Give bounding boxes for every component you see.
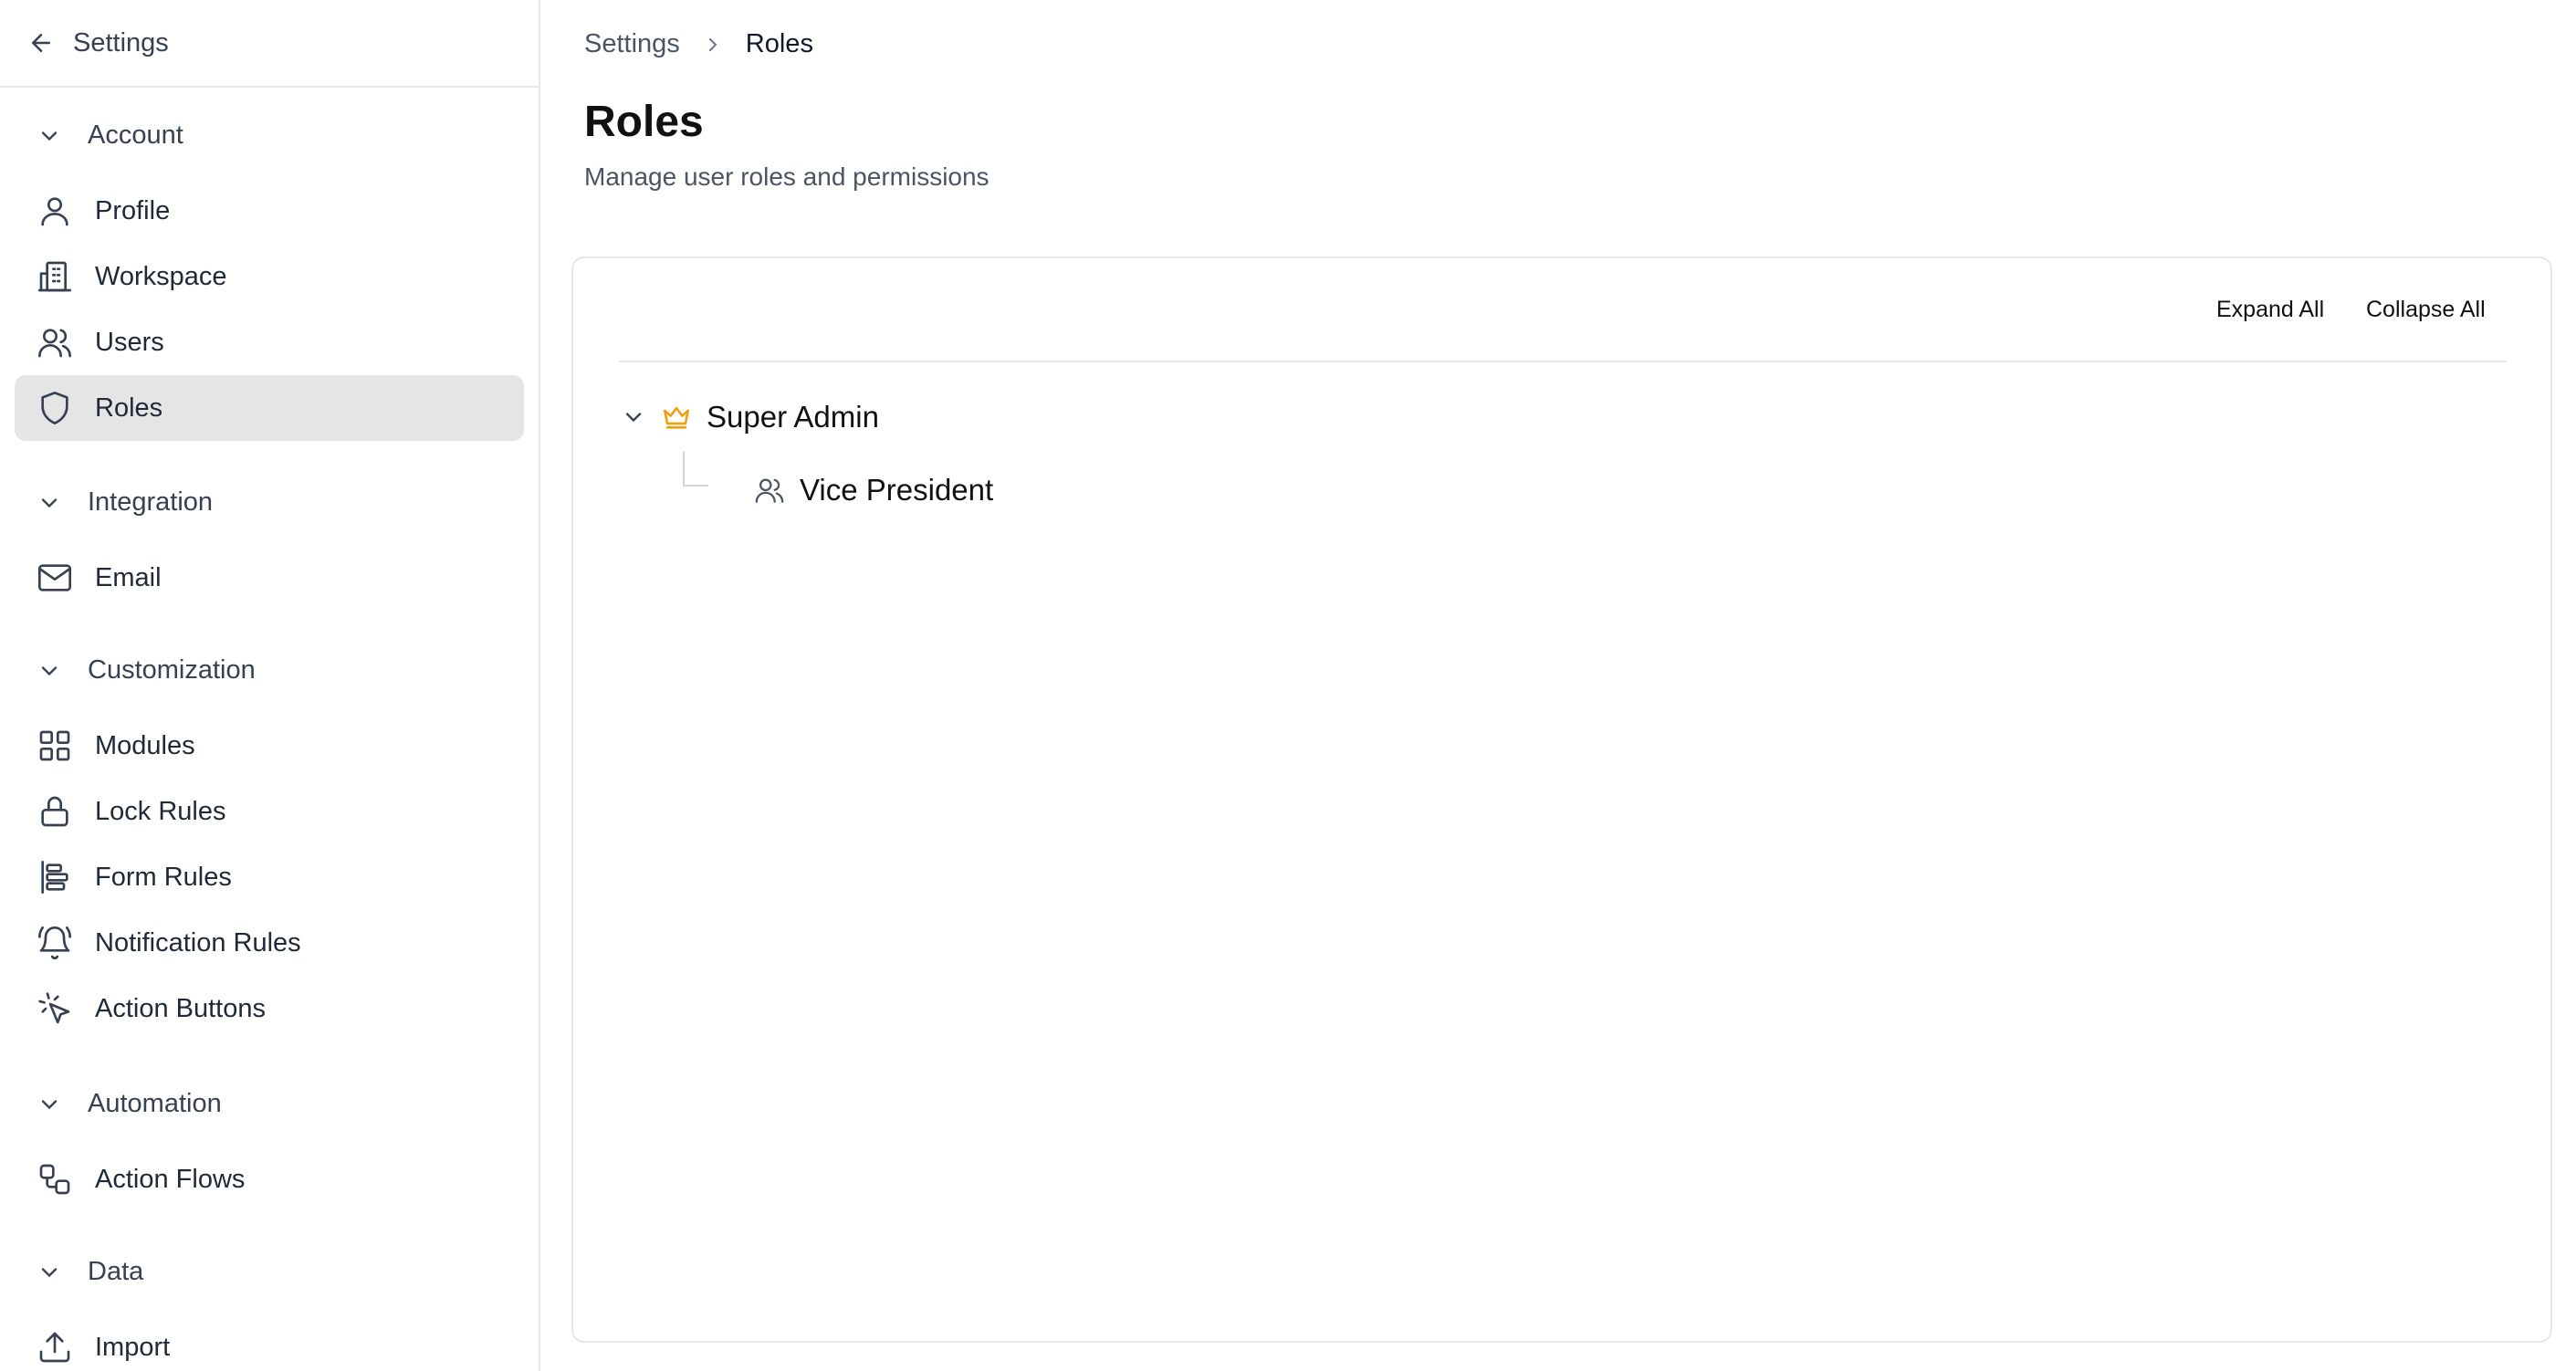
group-data[interactable]: Data [37,1257,143,1287]
sidebar-item-profile[interactable]: Profile [15,178,524,244]
workflow-icon [37,1161,73,1198]
tree-connector [683,452,708,487]
sidebar-item-label: Roles [95,392,163,423]
chevron-down-icon [37,658,62,684]
sidebar-item-lock-rules[interactable]: Lock Rules [15,779,524,844]
sidebar-item-label: Notification Rules [95,927,301,958]
sidebar-back-label[interactable]: Settings [73,28,169,58]
back-arrow-icon[interactable] [27,29,55,57]
settings-sidebar: Settings Account Profile Workspace Users… [0,0,540,1371]
group-label: Account [88,120,183,150]
crown-icon [661,402,692,433]
sidebar-item-label: Action Buttons [95,993,266,1023]
breadcrumb: Settings Roles [584,29,813,59]
group-label: Automation [88,1089,222,1118]
user-icon [37,193,73,229]
sidebar-item-action-buttons[interactable]: Action Buttons [15,976,524,1041]
sidebar-item-import[interactable]: Import [15,1314,524,1371]
group-label: Customization [88,655,256,685]
sidebar-item-roles[interactable]: Roles [15,375,524,441]
group-label: Data [88,1257,144,1286]
building-icon [37,258,73,295]
chevron-right-icon [702,34,724,56]
collapse-all-button[interactable]: Collapse All [2366,297,2486,323]
sidebar-header: Settings [0,0,539,88]
role-label: Super Admin [707,400,879,434]
tree-node-super-admin[interactable]: Super Admin [621,400,879,434]
sidebar-item-label: Lock Rules [95,796,226,826]
sidebar-item-form-rules[interactable]: Form Rules [15,844,524,910]
breadcrumb-settings[interactable]: Settings [584,29,680,59]
sidebar-item-notification-rules[interactable]: Notification Rules [15,910,524,976]
page-subtitle: Manage user roles and permissions [584,162,990,191]
group-customization[interactable]: Customization [37,655,256,686]
users-icon [754,475,785,506]
chevron-down-icon [37,123,62,149]
sidebar-item-label: Email [95,562,162,592]
sidebar-item-action-flows[interactable]: Action Flows [15,1146,524,1212]
bell-ring-icon [37,925,73,961]
roles-tree-card: Expand All Collapse All Super Admin Vice… [571,256,2552,1343]
expand-all-button[interactable]: Expand All [2216,297,2324,323]
align-left-icon [37,859,73,895]
page-title: Roles [584,98,704,146]
group-integration[interactable]: Integration [37,487,213,518]
sidebar-item-label: Workspace [95,261,227,291]
lock-icon [37,793,73,830]
sidebar-item-label: Modules [95,730,195,760]
breadcrumb-roles: Roles [745,29,813,58]
grid-icon [37,727,73,764]
chevron-down-icon [37,1260,62,1285]
role-label: Vice President [800,473,994,507]
chevron-down-icon[interactable] [621,404,646,430]
main-content: Settings Roles Roles Manage user roles a… [540,0,2576,1371]
sidebar-item-label: Users [95,327,164,357]
sidebar-item-label: Action Flows [95,1164,246,1194]
chevron-down-icon [37,1092,62,1117]
shield-icon [37,390,73,426]
toolbar-divider [619,361,2507,362]
group-automation[interactable]: Automation [37,1089,222,1119]
group-account[interactable]: Account [37,120,183,151]
mail-icon [37,560,73,596]
tree-node-vice-president[interactable]: Vice President [754,473,993,508]
sidebar-item-label: Form Rules [95,862,232,892]
sidebar-item-label: Profile [95,195,171,225]
sidebar-item-email[interactable]: Email [15,545,524,611]
upload-icon [37,1329,73,1366]
sidebar-item-workspace[interactable]: Workspace [15,244,524,309]
sidebar-item-label: Import [95,1332,171,1362]
group-label: Integration [88,487,214,517]
pointer-click-icon [37,990,73,1027]
chevron-down-icon [37,490,62,516]
users-icon [37,324,73,361]
sidebar-item-modules[interactable]: Modules [15,713,524,779]
sidebar-item-users[interactable]: Users [15,309,524,375]
